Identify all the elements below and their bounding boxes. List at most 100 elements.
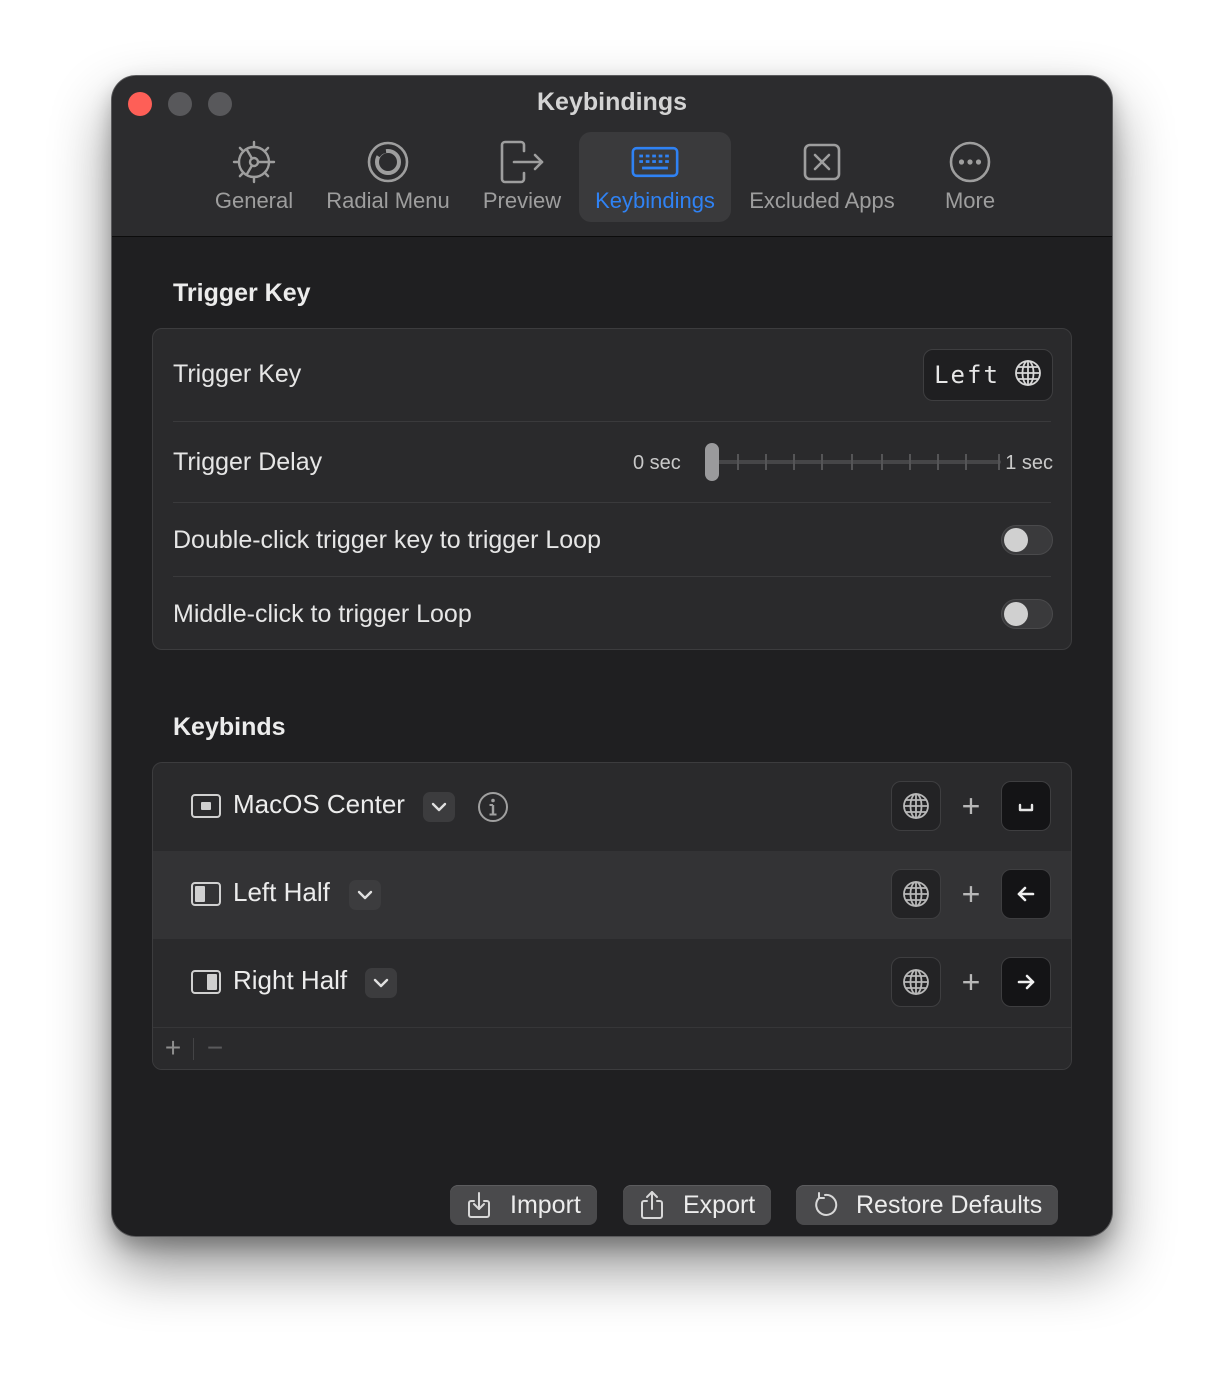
tab-keybindings[interactable]: Keybindings	[579, 132, 731, 222]
tab-label: General	[214, 188, 294, 213]
slider-max-label: 1 sec	[1005, 452, 1053, 474]
trigger-delay-label: Trigger Delay	[173, 448, 323, 476]
keybind-row-right-half[interactable]: Right Half +	[153, 939, 1071, 1027]
slider-tick	[737, 454, 739, 470]
slider-track	[709, 460, 1001, 464]
middle-click-row: Middle-click to trigger Loop	[153, 577, 1071, 649]
slider-tick	[909, 454, 911, 470]
toggle-knob	[1004, 528, 1028, 552]
toggle-knob	[1004, 602, 1028, 626]
add-keybind-button[interactable]: +	[161, 1032, 185, 1064]
slider-min-label: 0 sec	[633, 452, 681, 474]
keybind-name: MacOS Center	[233, 789, 405, 819]
window-left-half-icon	[191, 882, 221, 906]
tab-preview[interactable]: Preview	[474, 132, 570, 222]
trigger-delay-row: Trigger Delay 0 sec 1 sec	[153, 422, 1071, 502]
import-label: Import	[510, 1190, 581, 1219]
chevron-down-icon	[357, 890, 373, 900]
trigger-key-value: Left	[934, 361, 1000, 389]
tab-label: Preview	[482, 188, 562, 213]
tab-general[interactable]: General	[204, 132, 304, 222]
double-click-toggle[interactable]	[1001, 525, 1053, 555]
arrow-right-icon	[1017, 974, 1035, 990]
import-button[interactable]: Import	[450, 1185, 597, 1225]
gear-icon	[230, 138, 278, 186]
keyboard-icon	[631, 138, 679, 186]
chevron-down-icon	[373, 978, 389, 988]
x-square-icon	[798, 138, 846, 186]
restore-icon	[815, 1192, 838, 1216]
middle-click-label: Middle-click to trigger Loop	[173, 600, 472, 628]
slider-tick	[965, 454, 967, 470]
trigger-key-label: Trigger Key	[173, 360, 302, 388]
keybind-action-dropdown[interactable]	[349, 880, 381, 910]
trigger-settings-group: Trigger Key Left Trigger Delay 0 sec 1 s…	[152, 328, 1072, 650]
keybind-name: Left Half	[233, 877, 330, 907]
radial-circle-icon	[364, 138, 412, 186]
slider-tick	[881, 454, 883, 470]
keybind-name: Right Half	[233, 965, 348, 995]
plus-separator: +	[961, 964, 981, 1000]
keybind-row-left-half[interactable]: Left Half +	[153, 851, 1071, 939]
slider-tick	[998, 454, 1000, 470]
divider	[193, 1038, 194, 1060]
modifier-key-button[interactable]	[891, 957, 941, 1007]
chevron-down-icon	[431, 802, 447, 812]
slider-thumb[interactable]	[705, 443, 719, 481]
globe-icon	[903, 881, 929, 907]
slider-tick	[937, 454, 939, 470]
slider-tick	[765, 454, 767, 470]
window-right-half-icon	[191, 970, 221, 994]
slider-tick	[851, 454, 853, 470]
double-click-label: Double-click trigger key to trigger Loop	[173, 526, 601, 554]
globe-icon	[903, 969, 929, 995]
globe-icon	[903, 793, 929, 819]
info-icon[interactable]	[477, 791, 509, 823]
slider-tick	[793, 454, 795, 470]
tab-label: Radial Menu	[326, 188, 450, 213]
exit-arrow-icon	[498, 138, 546, 186]
tab-label: More	[944, 188, 996, 213]
space-icon	[1018, 803, 1034, 812]
tab-excluded-apps[interactable]: Excluded Apps	[742, 132, 902, 222]
restore-defaults-button[interactable]: Restore Defaults	[796, 1185, 1059, 1225]
slider-tick	[821, 454, 823, 470]
trigger-delay-slider[interactable]: 0 sec 1 sec	[633, 442, 1053, 482]
plus-separator: +	[961, 876, 981, 912]
tab-label: Keybindings	[595, 188, 715, 213]
key-button[interactable]	[1001, 781, 1051, 831]
keybinds-list: MacOS Center + Left Half + Right Half + …	[152, 762, 1072, 1070]
keybinds-section-title: Keybinds	[173, 713, 286, 741]
preferences-window: Keybindings General Radial Menu Preview …	[112, 76, 1112, 1236]
key-button[interactable]	[1001, 957, 1051, 1007]
middle-click-toggle[interactable]	[1001, 599, 1053, 629]
ellipsis-circle-icon	[946, 138, 994, 186]
window-title: Keybindings	[536, 88, 687, 116]
arrow-left-icon	[1017, 886, 1035, 902]
list-footer: + −	[153, 1027, 1071, 1069]
tab-more[interactable]: More	[930, 132, 1010, 222]
restore-defaults-label: Restore Defaults	[856, 1190, 1043, 1219]
remove-keybind-button[interactable]: −	[203, 1032, 227, 1064]
modifier-key-button[interactable]	[891, 781, 941, 831]
window-center-icon	[191, 794, 221, 818]
plus-separator: +	[961, 788, 981, 824]
keybind-action-dropdown[interactable]	[423, 792, 455, 822]
settings-content: Trigger Key Trigger Key Left Trigger Del…	[112, 238, 1112, 1236]
export-button[interactable]: Export	[623, 1185, 772, 1225]
keybind-row-macos-center[interactable]: MacOS Center +	[153, 763, 1071, 851]
tab-label: Excluded Apps	[749, 188, 895, 213]
toolbar: Keybindings General Radial Menu Preview …	[112, 76, 1112, 237]
double-click-row: Double-click trigger key to trigger Loop	[153, 503, 1071, 577]
share-icon	[641, 1191, 663, 1219]
trigger-key-picker[interactable]: Left	[923, 349, 1053, 401]
keybind-action-dropdown[interactable]	[365, 968, 397, 998]
globe-icon	[1014, 359, 1042, 392]
tab-radial-menu[interactable]: Radial Menu	[318, 132, 458, 222]
trigger-key-row: Trigger Key Left	[153, 329, 1071, 421]
export-label: Export	[683, 1190, 756, 1219]
trigger-section-title: Trigger Key	[173, 279, 311, 307]
key-button[interactable]	[1001, 869, 1051, 919]
modifier-key-button[interactable]	[891, 869, 941, 919]
import-icon	[468, 1192, 490, 1218]
